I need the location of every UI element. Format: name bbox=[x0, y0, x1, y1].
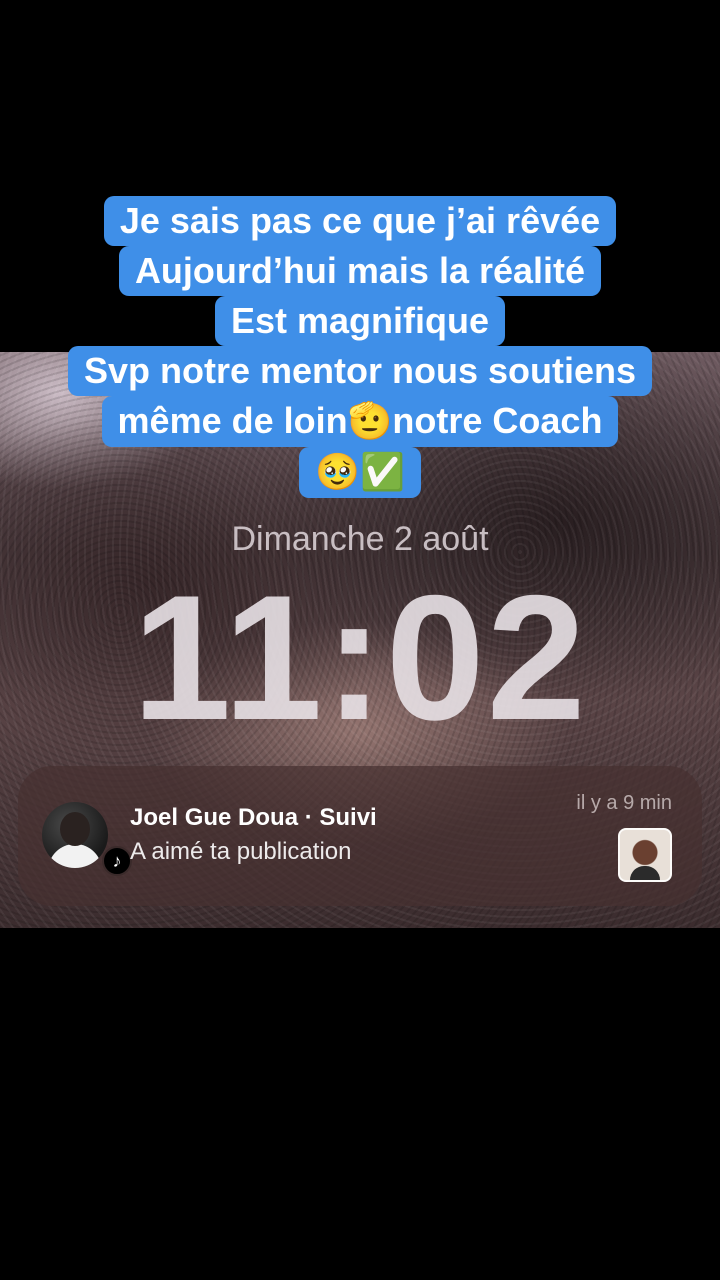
caption-line-1: Je sais pas ce que j’ai rêvée bbox=[103, 196, 617, 246]
caption-line-3: Est magnifique bbox=[214, 296, 506, 346]
notification-card[interactable]: ♪ Joel Gue Doua · Suivi A aimé ta public… bbox=[18, 766, 702, 906]
caption-line-5-text-b: notre Coach bbox=[392, 400, 603, 441]
tiktok-icon: ♪ bbox=[102, 846, 132, 876]
caption-line-6: 🥹✅ bbox=[299, 447, 421, 498]
avatar-shirt bbox=[48, 844, 102, 868]
lockscreen-clock: 11:02 bbox=[132, 558, 588, 757]
notification-body: A aimé ta publication bbox=[130, 838, 352, 865]
avatar-face bbox=[60, 812, 90, 846]
screen: Je sais pas ce que j’ai rêvée Aujourd’hu… bbox=[0, 0, 720, 1280]
post-thumbnail bbox=[618, 828, 672, 882]
thumbnail-figure bbox=[630, 866, 660, 880]
emoji-end-icons: 🥹✅ bbox=[315, 452, 405, 493]
caption-line-2: Aujourd’hui mais la réalité bbox=[118, 246, 602, 296]
saluting-face-icon: 🫡 bbox=[347, 401, 393, 442]
notification-time: il y a 9 min bbox=[576, 792, 672, 814]
caption-line-5: même de loin 🫡notre Coach bbox=[101, 396, 619, 447]
avatar bbox=[42, 802, 108, 868]
caption-line-5-text: même de loin bbox=[117, 400, 348, 441]
caption-line-4: Svp notre mentor nous soutiens bbox=[67, 346, 653, 396]
lockscreen-date: Dimanche 2 août bbox=[231, 520, 489, 558]
caption-overlay: Je sais pas ce que j’ai rêvée Aujourd’hu… bbox=[0, 196, 720, 498]
notification-title: Joel Gue Doua · Suivi bbox=[130, 804, 377, 831]
